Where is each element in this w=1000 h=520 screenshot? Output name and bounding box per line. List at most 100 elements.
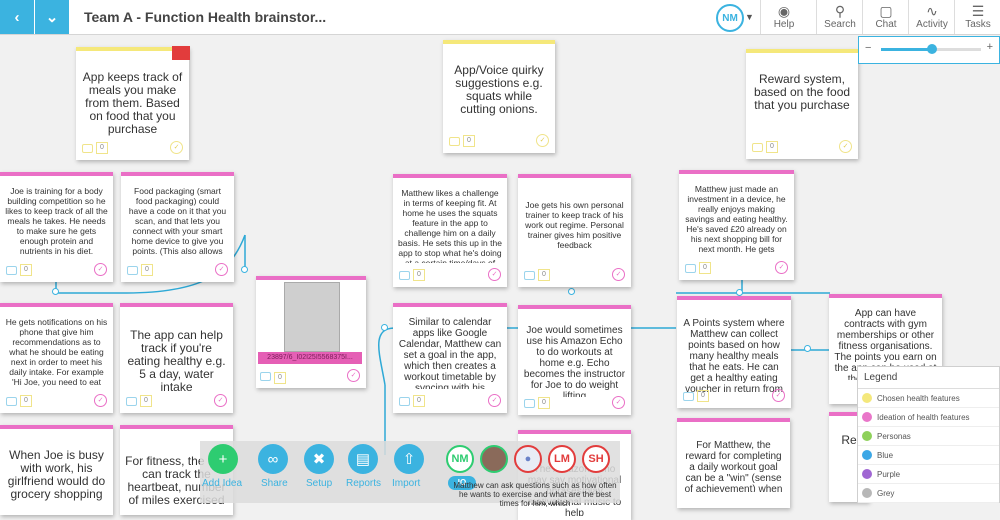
comment-icon[interactable] [524, 270, 535, 280]
comment-icon[interactable] [399, 270, 410, 280]
check-icon[interactable]: ✓ [94, 263, 107, 276]
check-icon[interactable]: ✓ [775, 261, 788, 274]
chevron-down-icon: ⌄ [45, 9, 59, 26]
sticky-note[interactable]: Food packaging (smart food packaging) co… [121, 172, 234, 282]
search-button[interactable]: ⚲ Search [816, 0, 863, 34]
swatch-icon [862, 393, 872, 403]
connector-dot[interactable] [804, 345, 811, 352]
comment-count: 0 [413, 395, 425, 407]
check-icon[interactable]: ✓ [170, 141, 183, 154]
comment-icon[interactable] [126, 396, 137, 406]
activity-button[interactable]: ∿ Activity [908, 0, 955, 34]
comment-count: 0 [20, 264, 32, 276]
sticky-note[interactable]: Similar to calendar apps like Google Cal… [393, 303, 507, 413]
comment-icon[interactable] [524, 398, 535, 408]
note-text: App keeps track of meals you make from t… [82, 70, 183, 136]
legend-item[interactable]: Ideation of health features [858, 408, 999, 427]
zoom-in-icon[interactable]: + [987, 41, 993, 53]
sticky-note[interactable]: A Points system where Matthew can collec… [677, 296, 791, 408]
sticky-note[interactable]: Joe is training for a body building comp… [0, 172, 113, 282]
collaborator-avatar[interactable]: SH [582, 445, 610, 473]
zoom-slider-handle[interactable] [927, 44, 937, 54]
check-icon[interactable]: ✓ [536, 134, 549, 147]
user-menu-caret-icon[interactable]: ▼ [745, 12, 754, 22]
check-icon[interactable]: ✓ [94, 394, 107, 407]
note-text: Reward system, based on the food that yo… [753, 72, 851, 112]
comment-count: 0 [274, 372, 286, 384]
check-icon[interactable]: ✓ [488, 394, 501, 407]
check-icon[interactable]: ✓ [215, 263, 228, 276]
collaborator-photo-avatar[interactable] [480, 445, 508, 473]
sticky-note[interactable]: For Matthew, the reward for completing a… [677, 418, 790, 508]
check-icon[interactable]: ✓ [214, 394, 227, 407]
comment-icon[interactable] [449, 136, 460, 146]
add-idea-label: Add Idea [202, 478, 243, 489]
check-icon[interactable]: ✓ [347, 369, 360, 382]
legend-item[interactable]: Grey [858, 484, 999, 503]
comment-icon[interactable] [685, 263, 696, 273]
image-note[interactable]: 23897/6_I02I25I5568375I... 0 ✓ [256, 276, 366, 388]
comment-icon[interactable] [6, 265, 17, 275]
comment-icon[interactable] [752, 142, 763, 152]
chat-button[interactable]: ▢ Chat [862, 0, 909, 34]
user-avatar[interactable]: NM [716, 4, 744, 32]
tasks-button[interactable]: ☰ Tasks [954, 0, 1000, 34]
check-icon[interactable]: ✓ [612, 396, 625, 409]
connector-dot[interactable] [736, 289, 743, 296]
comment-icon[interactable] [683, 391, 694, 401]
comment-icon[interactable] [82, 143, 93, 153]
sticky-note[interactable]: The app can help track if you're eating … [120, 303, 233, 413]
back-button[interactable]: ‹ [0, 0, 34, 34]
legend-item[interactable]: Blue [858, 446, 999, 465]
sticky-note[interactable]: App/Voice quirky suggestions e.g. squats… [443, 40, 555, 153]
sticky-note[interactable]: App keeps track of meals you make from t… [76, 46, 190, 160]
legend-item[interactable]: Purple [858, 465, 999, 484]
comment-icon[interactable] [399, 396, 410, 406]
menu-dropdown-button[interactable]: ⌄ [35, 0, 69, 34]
legend-label: Chosen health features [877, 393, 960, 403]
add-idea-button[interactable]: + [208, 444, 238, 474]
reports-button[interactable]: ▤ [348, 444, 378, 474]
collaborator-avatar[interactable]: NM [446, 445, 474, 473]
sticky-note[interactable]: Joe would sometimes use his Amazon Echo … [518, 305, 631, 415]
connector-dot[interactable] [381, 324, 388, 331]
comment-icon[interactable] [260, 372, 271, 381]
new-badge [172, 46, 190, 60]
sticky-note[interactable]: Matthew just made an investment in a dev… [679, 170, 794, 280]
sticky-note[interactable]: When Joe is busy with work, his girlfrie… [0, 425, 113, 515]
setup-label: Setup [306, 478, 333, 489]
user-icon: ● [524, 453, 532, 465]
note-text: Food packaging (smart food packaging) co… [126, 186, 228, 258]
collaborator-avatar[interactable]: LM [548, 445, 576, 473]
sticky-note[interactable]: Matthew likes a challenge in terms of ke… [393, 174, 507, 287]
import-button[interactable]: ⇧ [394, 444, 424, 474]
help-button[interactable]: ◉ Help [760, 0, 807, 34]
connector-dot[interactable] [568, 288, 575, 295]
image-caption: 23897/6_I02I25I5568375I... [258, 352, 362, 364]
check-icon[interactable]: ✓ [839, 140, 852, 153]
comment-count: 0 [538, 397, 550, 409]
share-button[interactable]: ∞ [258, 444, 288, 474]
legend-label: Grey [877, 488, 895, 498]
sticky-note[interactable]: Joe gets his own personal trainer to kee… [518, 174, 631, 287]
comment-count: 0 [413, 269, 425, 281]
check-icon[interactable]: ✓ [612, 268, 625, 281]
legend-label: Purple [877, 469, 901, 479]
check-icon[interactable]: ✓ [488, 268, 501, 281]
connector-dot[interactable] [241, 266, 248, 273]
legend-item[interactable]: Personas [858, 427, 999, 446]
comment-count: 0 [141, 264, 153, 276]
connector-dot[interactable] [52, 288, 59, 295]
comment-icon[interactable] [127, 265, 138, 275]
zoom-slider-track[interactable] [881, 44, 981, 54]
legend-item[interactable]: Chosen health features [858, 389, 999, 408]
check-icon[interactable]: ✓ [772, 389, 785, 402]
setup-button[interactable]: ✖ [304, 444, 334, 474]
sticky-note[interactable]: He gets notifications on his phone that … [0, 303, 113, 413]
zoom-out-icon[interactable]: − [865, 42, 871, 54]
comment-icon[interactable] [6, 396, 17, 406]
sticky-note[interactable]: Reward system, based on the food that yo… [746, 49, 858, 159]
activity-icon: ∿ [926, 3, 938, 19]
collaborator-avatar[interactable]: ● [514, 445, 542, 473]
upload-icon: ⇧ [402, 451, 416, 468]
